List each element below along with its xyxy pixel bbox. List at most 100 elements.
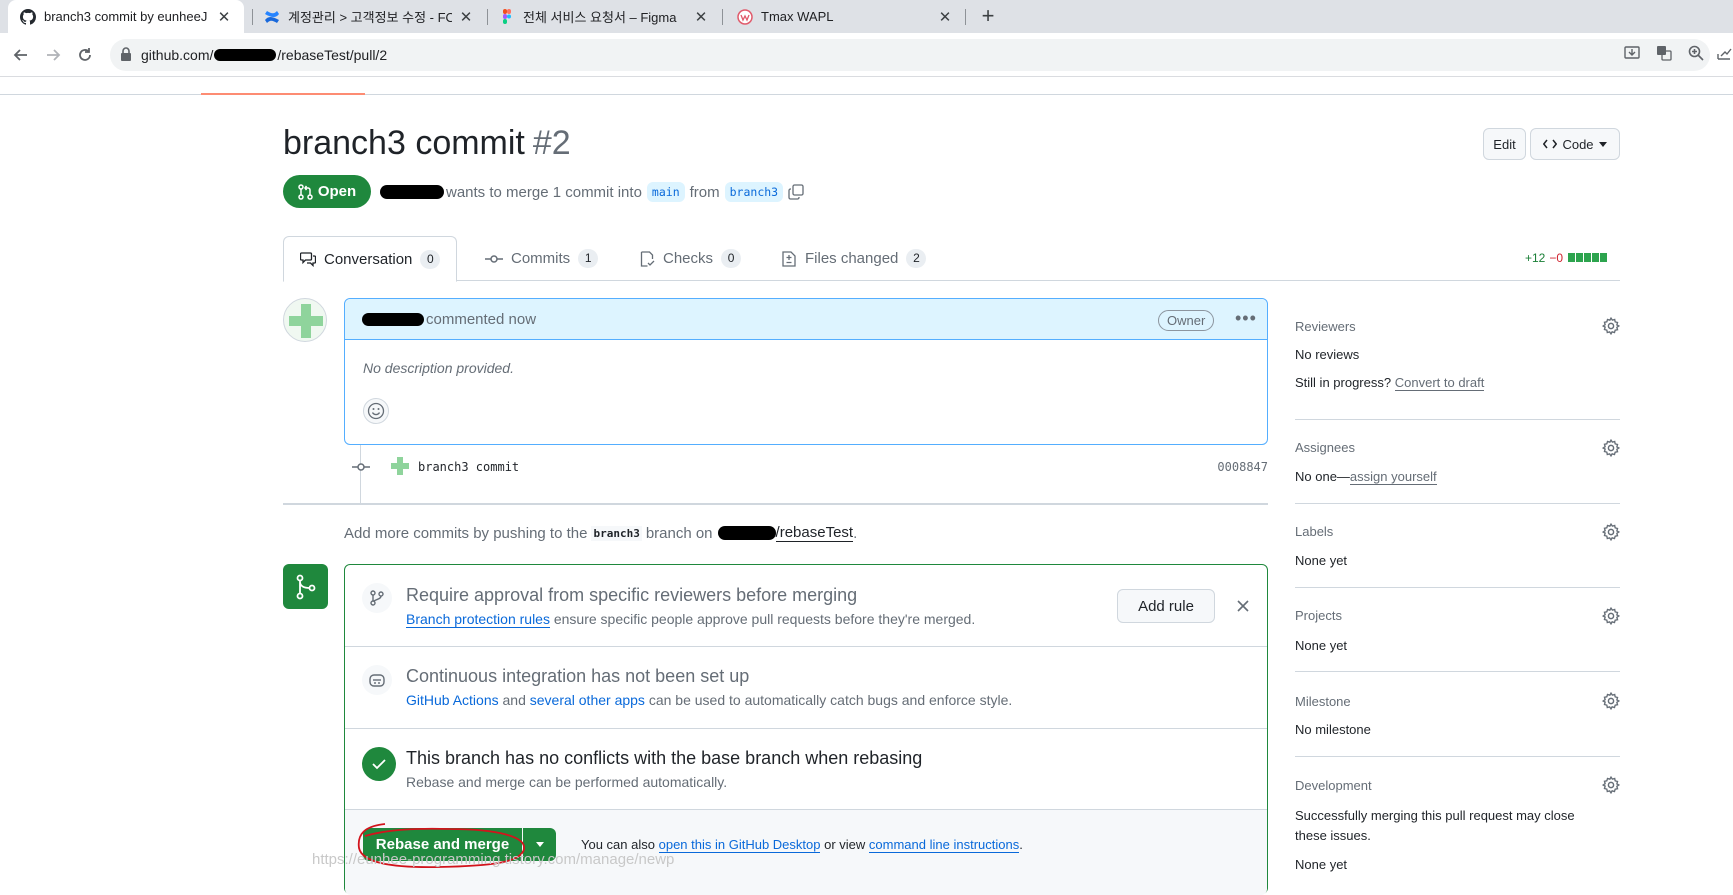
tab-files-changed[interactable]: Files changed 2 [765, 236, 942, 281]
browser-tab[interactable]: branch3 commit by eunheeJ · P ✕ [8, 0, 244, 33]
redacted-owner [717, 526, 776, 540]
convert-to-draft-link[interactable]: Convert to draft [1394, 375, 1485, 391]
avatar[interactable] [283, 298, 327, 342]
command-line-link[interactable]: command line instructions [868, 837, 1020, 853]
code-button-label: Code [1562, 136, 1594, 152]
github-actions-link[interactable]: GitHub Actions [406, 692, 499, 708]
close-icon[interactable]: ✕ [693, 8, 709, 26]
push-hint-repo[interactable]: /rebaseTest [775, 524, 854, 542]
tab-title: 계정관리 > 고객정보 수정 - FO [288, 10, 452, 25]
url-suffix: /rebaseTest/pull/2 [277, 47, 388, 63]
sidebar-heading: Development [1295, 778, 1372, 793]
zoom-icon[interactable] [1686, 45, 1706, 65]
git-merge-icon [283, 564, 328, 609]
milestone-value: No milestone [1295, 722, 1371, 737]
chevron-down-icon [535, 842, 544, 847]
browser-tab[interactable]: 계정관리 > 고객정보 수정 - FO ✕ [252, 0, 486, 33]
comment-header: commented now Owner ••• [345, 299, 1267, 340]
close-icon[interactable]: ✕ [216, 8, 232, 26]
diffstat-bar [1567, 251, 1608, 265]
file-diff-icon [782, 250, 796, 267]
push-hint-branch: branch3 [591, 525, 642, 541]
commit-sha[interactable]: 0008847 [1217, 460, 1268, 474]
checklist-icon [640, 250, 655, 267]
code-button[interactable]: Code [1530, 128, 1620, 160]
edit-button[interactable]: Edit [1483, 128, 1526, 160]
share-icon[interactable] [1714, 45, 1733, 65]
other-apps-link[interactable]: several other apps [530, 692, 645, 708]
translate-icon[interactable] [1654, 45, 1674, 65]
projects-value: None yet [1295, 638, 1348, 653]
copy-icon[interactable] [788, 184, 804, 200]
github-desktop-link[interactable]: open this in GitHub Desktop [658, 837, 821, 853]
tab-conversation[interactable]: Conversation 0 [283, 236, 458, 282]
close-icon[interactable] [1236, 599, 1250, 613]
tab-checks[interactable]: Checks 0 [623, 236, 757, 281]
address-bar[interactable]: github.com/ /rebaseTest/pull/2 [110, 39, 1710, 71]
gear-icon[interactable] [1602, 523, 1620, 541]
smiley-icon [367, 402, 385, 420]
chevron-down-icon [1598, 141, 1607, 147]
gear-icon[interactable] [1602, 317, 1620, 335]
sidebar-reviewers: Reviewers No reviews Still in progress? … [1295, 310, 1620, 420]
merge-alternatives: You can also open this in GitHub Desktop… [581, 837, 1023, 853]
push-hint-before: Add more commits by pushing to the [344, 524, 588, 542]
conflict-section: This branch has no conflicts with the ba… [345, 729, 1267, 810]
merge-info: wants to merge 1 commit into main from b… [380, 182, 804, 202]
page-title: branch3 commit #2 [283, 124, 571, 163]
check-circle-icon [362, 747, 396, 781]
redacted-author [380, 185, 444, 199]
gear-icon[interactable] [1602, 692, 1620, 710]
ci-and: and [502, 692, 526, 708]
github-icon [20, 8, 36, 25]
commit-icon [352, 463, 370, 471]
ci-title: Continuous integration has not been set … [406, 666, 750, 686]
conflict-text: Rebase and merge can be performed automa… [406, 774, 728, 790]
add-reaction-button[interactable] [363, 398, 389, 424]
reviewers-value: No reviews [1295, 347, 1360, 362]
tab-counter: 0 [420, 249, 441, 269]
tab-counter: 0 [721, 249, 742, 268]
ci-section: Continuous integration has not been set … [345, 647, 1267, 729]
base-branch[interactable]: main [646, 182, 685, 202]
commit-message[interactable]: branch3 commit [418, 460, 519, 474]
lock-icon [121, 47, 131, 61]
back-icon[interactable] [9, 43, 33, 67]
tab-commits[interactable]: Commits 1 [469, 236, 614, 281]
alt-before: You can also [581, 837, 655, 852]
head-branch[interactable]: branch3 [724, 182, 784, 202]
gear-icon[interactable] [1602, 439, 1620, 457]
ci-subtext: GitHub Actions and several other apps ca… [406, 692, 1012, 708]
install-app-icon[interactable] [1622, 45, 1642, 65]
approval-text: ensure specific people approve pull requ… [553, 611, 976, 627]
conflict-title: This branch has no conflicts with the ba… [406, 748, 923, 768]
close-icon[interactable]: ✕ [458, 8, 474, 26]
alt-middle: or view [824, 837, 866, 852]
forward-icon[interactable] [41, 43, 65, 67]
assign-yourself-link[interactable]: assign yourself [1349, 469, 1437, 485]
draft-hint-text: Still in progress? [1295, 375, 1392, 390]
sidebar-labels: Labels None yet [1295, 504, 1620, 588]
close-icon[interactable]: ✕ [937, 8, 953, 26]
reload-icon[interactable] [73, 43, 97, 67]
branch-protection-link[interactable]: Branch protection rules [406, 611, 550, 628]
kebab-icon[interactable]: ••• [1235, 309, 1257, 327]
active-tab-underline [201, 93, 365, 95]
commit-icon [485, 254, 503, 263]
browser-tab[interactable]: 전체 서비스 요청서 – Figma ✕ [487, 0, 721, 33]
gear-icon[interactable] [1602, 607, 1620, 625]
new-tab-button[interactable]: + [975, 4, 1001, 30]
browser-tab[interactable]: Tmax WAPL ✕ [725, 0, 965, 33]
diffstat-additions: +12 [1525, 251, 1546, 265]
alt-end: . [1019, 837, 1023, 852]
add-rule-button[interactable]: Add rule [1117, 589, 1215, 623]
redacted-author [362, 312, 424, 326]
timeline-break [283, 503, 1268, 505]
tab-separator [722, 9, 723, 25]
confluence-icon [265, 10, 279, 23]
url-text: github.com/ /rebaseTest/pull/2 [141, 47, 387, 63]
pr-description-comment: commented now Owner ••• No description p… [344, 298, 1268, 445]
sidebar-milestone: Milestone No milestone [1295, 672, 1620, 757]
gear-icon[interactable] [1602, 776, 1620, 794]
commit-row: branch3 commit 0008847 [352, 456, 1268, 478]
